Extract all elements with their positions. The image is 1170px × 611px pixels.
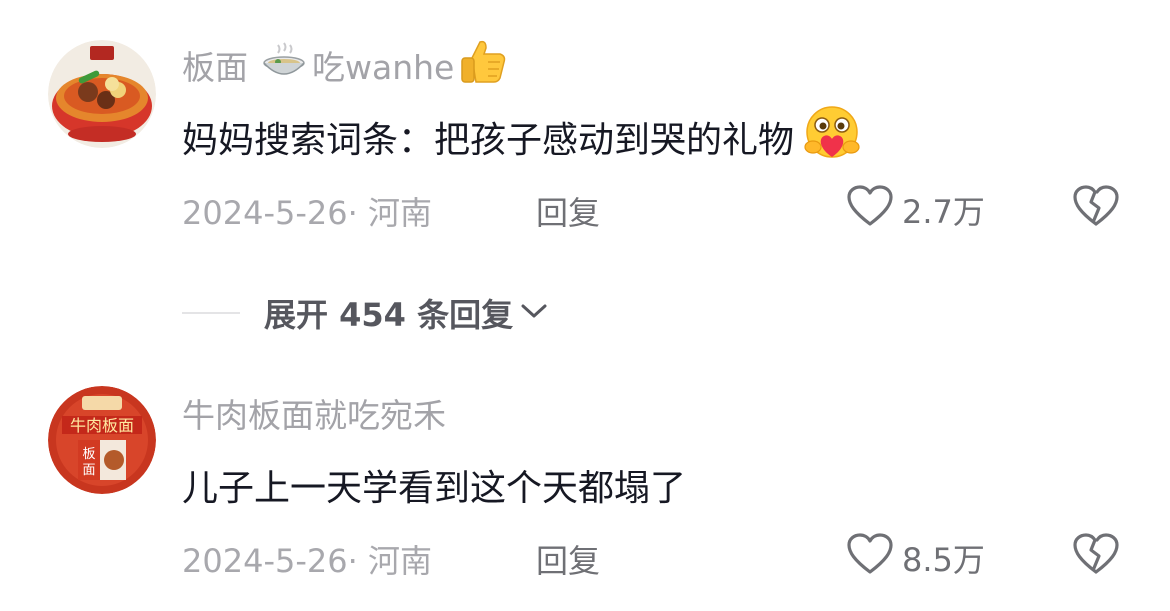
reply-button[interactable]: 回复 [536, 188, 600, 234]
heart-outline-icon [846, 532, 894, 584]
username[interactable]: 牛肉板面就吃宛禾 [182, 390, 446, 436]
comment-text: 妈妈搜索词条：把孩子感动到哭的礼物 [182, 105, 862, 164]
heart-hug-face-icon [802, 105, 862, 170]
expand-replies[interactable]: 展开 454 条回复 [182, 290, 549, 336]
broken-heart-icon [1072, 533, 1120, 580]
username-text: 板面 [182, 48, 248, 87]
dislike-button[interactable] [1072, 184, 1120, 232]
svg-text:面: 面 [82, 463, 95, 478]
chevron-down-icon [519, 301, 549, 325]
like-button[interactable]: 2.7万 [846, 184, 985, 236]
svg-text:板: 板 [82, 447, 95, 462]
reply-button[interactable]: 回复 [536, 536, 600, 582]
avatar[interactable]: 牛肉板面 板 面 [48, 386, 156, 494]
broken-heart-icon [1072, 185, 1120, 232]
expand-replies-label: 展开 454 条回复 [264, 296, 514, 334]
username-text: 牛肉板面就吃宛禾 [182, 396, 446, 435]
comment-location: 河南 [367, 542, 432, 580]
thumbs-up-icon [458, 36, 508, 94]
noodle-bowl-icon [262, 41, 306, 89]
like-button[interactable]: 8.5万 [846, 532, 985, 584]
svg-text:牛肉板面: 牛肉板面 [70, 416, 134, 435]
username-suffix: 吃wanhe [312, 48, 455, 87]
dislike-button[interactable] [1072, 532, 1120, 580]
comment-date: 2024-5-26· [182, 194, 358, 232]
avatar[interactable] [48, 40, 156, 148]
comment-text: 儿子上一天学看到这个天都塌了 [182, 458, 686, 512]
comment-location: 河南 [367, 194, 432, 232]
comment-text-content: 儿子上一天学看到这个天都塌了 [182, 468, 687, 509]
like-count: 8.5万 [902, 541, 985, 579]
divider-line [182, 312, 240, 314]
heart-outline-icon [846, 184, 894, 236]
like-count: 2.7万 [902, 193, 985, 231]
username[interactable]: 板面 吃wanhe [182, 40, 508, 89]
comment-date: 2024-5-26· [182, 542, 358, 580]
comment-text-content: 妈妈搜索词条：把孩子感动到哭的礼物 [182, 120, 795, 161]
comment-meta: 2024-5-26· 河南 [182, 536, 432, 582]
comment-meta: 2024-5-26· 河南 [182, 188, 432, 234]
